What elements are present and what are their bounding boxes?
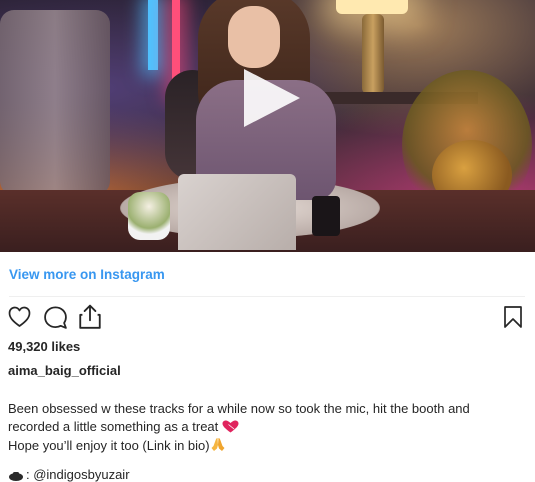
tuxedo-emoji-icon xyxy=(9,471,23,481)
play-icon[interactable] xyxy=(240,67,302,129)
like-count[interactable]: 49,320 likes xyxy=(8,339,80,354)
video-laptop xyxy=(178,174,296,250)
caption-text: recorded a little something as a treat xyxy=(8,419,219,434)
video-person-face xyxy=(228,6,280,68)
folded-hands-emoji-icon xyxy=(211,438,225,451)
video-lamp-stand xyxy=(362,14,384,94)
caption-line: Hope you’ll enjoy it too (Link in bio) xyxy=(8,436,528,455)
heart-outline-icon[interactable] xyxy=(7,305,32,329)
divider xyxy=(9,296,525,297)
post-caption: Been obsessed w these tracks for a while… xyxy=(8,400,528,455)
red-heart-emoji-icon xyxy=(222,420,239,433)
caption-line: Been obsessed w these tracks for a while… xyxy=(8,401,470,416)
username-link[interactable]: aima_baig_official xyxy=(8,363,121,378)
view-more-on-instagram-link[interactable]: View more on Instagram xyxy=(9,267,165,282)
bookmark-icon[interactable] xyxy=(503,305,523,329)
comment-bubble-icon[interactable] xyxy=(43,305,68,330)
share-upload-icon[interactable] xyxy=(78,304,102,330)
video-lamp-shade xyxy=(336,0,408,14)
post-video[interactable] xyxy=(0,0,535,252)
caption-text: Hope you’ll enjoy it too (Link in bio) xyxy=(8,438,210,453)
video-mug xyxy=(312,196,340,236)
video-sofa xyxy=(0,10,110,195)
video-neon-light-blue xyxy=(148,0,158,70)
caption-line: recorded a little something as a treat xyxy=(8,418,528,436)
video-flower-pot xyxy=(128,192,170,240)
